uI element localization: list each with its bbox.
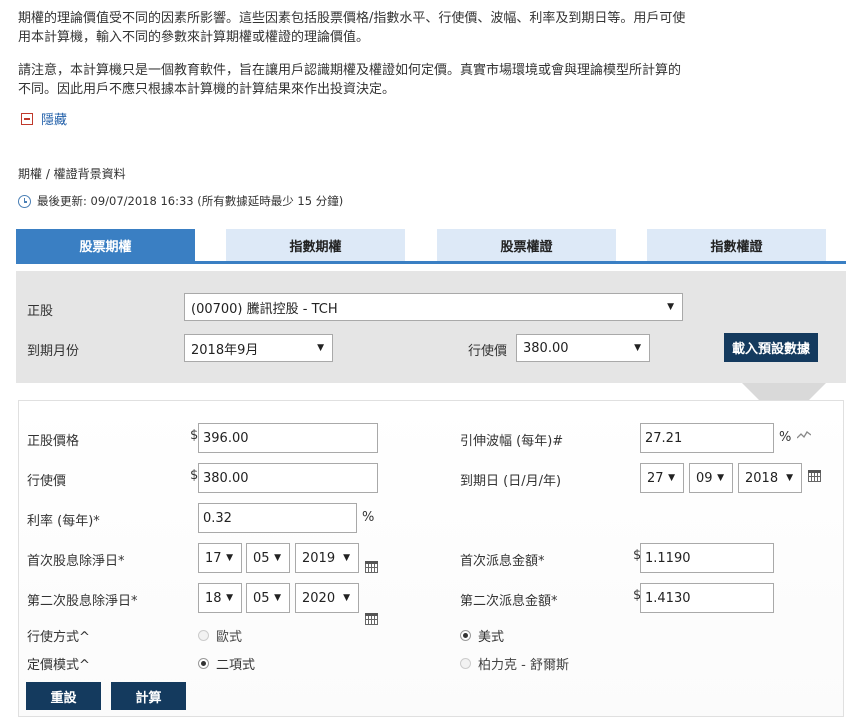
hide-toggle[interactable]: 隱藏 bbox=[21, 109, 67, 128]
implied-vol-input[interactable]: 27.21 bbox=[640, 423, 774, 453]
caret-down-icon: ▼ bbox=[668, 473, 675, 483]
radio-button[interactable] bbox=[198, 658, 209, 669]
expiry-month-value: 2018年9月 bbox=[191, 342, 259, 358]
second-exdiv-month-select[interactable]: 05 ▼ bbox=[246, 583, 290, 613]
radio-european-label: 歐式 bbox=[216, 630, 243, 645]
stock-price-label: 正股價格 bbox=[27, 434, 80, 449]
load-defaults-button[interactable]: 載入預設數據 bbox=[724, 333, 818, 362]
caret-down-icon: ▼ bbox=[717, 473, 724, 483]
last-update-text: 最後更新: 09/07/2018 16:33 (所有數據延時最少 15 分鐘) bbox=[37, 194, 344, 208]
radio-binomial[interactable]: 二項式 bbox=[198, 654, 255, 673]
last-update: 最後更新: 09/07/2018 16:33 (所有數據延時最少 15 分鐘) bbox=[18, 193, 343, 209]
radio-button[interactable] bbox=[460, 658, 471, 669]
intro-line: 期權的理論價值受不同的因素所影響。這些因素包括股票價格/指數水平、行使價、波幅、… bbox=[18, 11, 686, 26]
disclaimer-line: 不同。因此用戶不應只根據本計算機的計算結果來作出投資決定。 bbox=[18, 82, 396, 97]
intro-line: 用本計算機，輸入不同的參數來計算期權或權證的理論價值。 bbox=[18, 30, 370, 45]
volatility-chart-icon[interactable] bbox=[797, 430, 811, 440]
caret-down-icon: ▼ bbox=[274, 593, 281, 603]
radio-american-label: 美式 bbox=[478, 630, 505, 645]
radio-american[interactable]: 美式 bbox=[460, 626, 504, 645]
calculate-button[interactable]: 計算 bbox=[111, 682, 186, 710]
tab-index-warrants[interactable]: 指數權證 bbox=[647, 229, 826, 261]
strike-select-label: 行使價 bbox=[468, 344, 508, 359]
caret-down-icon: ▼ bbox=[317, 343, 324, 353]
collapse-icon bbox=[21, 112, 33, 125]
first-exdiv-month-value: 05 bbox=[253, 550, 270, 566]
implied-vol-label: 引伸波幅 (每年)# bbox=[460, 434, 564, 449]
expiry-date-label: 到期日 (日/月/年) bbox=[460, 474, 562, 489]
radio-black-scholes[interactable]: 柏力克 - 舒爾斯 bbox=[460, 654, 569, 673]
strike-select[interactable]: 380.00 ▼ bbox=[516, 334, 650, 362]
second-exdiv-year-value: 2020 bbox=[302, 590, 336, 606]
second-div-label: 第二次派息金額* bbox=[460, 594, 558, 609]
expiry-day-value: 27 bbox=[647, 470, 664, 486]
pricing-model-label: 定價模式^ bbox=[27, 658, 90, 673]
second-exdiv-label: 第二次股息除淨日* bbox=[27, 594, 138, 609]
radio-button[interactable] bbox=[460, 630, 471, 641]
first-exdiv-day-select[interactable]: 17 ▼ bbox=[198, 543, 242, 573]
strike-input[interactable]: 380.00 bbox=[198, 463, 378, 493]
tab-stock-warrants[interactable]: 股票權證 bbox=[437, 229, 616, 261]
radio-binomial-label: 二項式 bbox=[216, 658, 256, 673]
caret-down-icon: ▼ bbox=[786, 473, 793, 483]
strike-label: 行使價 bbox=[27, 474, 67, 489]
rate-label: 利率 (每年)* bbox=[27, 514, 100, 529]
expiry-year-select[interactable]: 2018 ▼ bbox=[738, 463, 802, 493]
percent-unit: % bbox=[362, 510, 375, 525]
intro-paragraph-1: 期權的理論價值受不同的因素所影響。這些因素包括股票價格/指數水平、行使價、波幅、… bbox=[18, 9, 738, 47]
tab-stock-options[interactable]: 股票期權 bbox=[16, 229, 195, 261]
selector-panel bbox=[16, 271, 846, 383]
underlying-select[interactable]: (00700) 騰訊控股 - TCH ▼ bbox=[184, 293, 683, 321]
reset-button[interactable]: 重設 bbox=[26, 682, 101, 710]
first-exdiv-month-select[interactable]: 05 ▼ bbox=[246, 543, 290, 573]
second-exdiv-day-value: 18 bbox=[205, 590, 222, 606]
expiry-year-value: 2018 bbox=[745, 470, 779, 486]
caret-down-icon: ▼ bbox=[634, 343, 641, 353]
disclaimer-line: 請注意，本計算機只是一個教育軟件，旨在讓用戶認識期權及權證如何定價。真實市場環境… bbox=[18, 63, 682, 78]
exercise-style-label: 行使方式^ bbox=[27, 630, 90, 645]
underlying-label: 正股 bbox=[27, 304, 54, 319]
second-exdiv-year-select[interactable]: 2020 ▼ bbox=[295, 583, 359, 613]
expiry-day-select[interactable]: 27 ▼ bbox=[640, 463, 684, 493]
second-div-input[interactable]: 1.4130 bbox=[640, 583, 774, 613]
strike-select-value: 380.00 bbox=[523, 340, 569, 356]
expiry-month-day-select[interactable]: 09 ▼ bbox=[689, 463, 733, 493]
first-exdiv-label: 首次股息除淨日* bbox=[27, 554, 125, 569]
clock-icon bbox=[18, 194, 31, 208]
first-exdiv-day-value: 17 bbox=[205, 550, 222, 566]
radio-european[interactable]: 歐式 bbox=[198, 626, 242, 645]
calendar-icon[interactable] bbox=[365, 613, 378, 625]
underlying-value: (00700) 騰訊控股 - TCH bbox=[191, 301, 338, 317]
expiry-mon-value: 09 bbox=[696, 470, 713, 486]
caret-down-icon: ▼ bbox=[343, 593, 350, 603]
caret-down-icon: ▼ bbox=[667, 302, 674, 312]
hide-label: 隱藏 bbox=[41, 113, 68, 128]
second-exdiv-month-value: 05 bbox=[253, 590, 270, 606]
first-div-input[interactable]: 1.1190 bbox=[640, 543, 774, 573]
first-exdiv-year-select[interactable]: 2019 ▼ bbox=[295, 543, 359, 573]
caret-down-icon: ▼ bbox=[343, 553, 350, 563]
second-exdiv-day-select[interactable]: 18 ▼ bbox=[198, 583, 242, 613]
disclaimer-paragraph: 請注意，本計算機只是一個教育軟件，旨在讓用戶認識期權及權證如何定價。真實市場環境… bbox=[18, 61, 738, 99]
calendar-icon[interactable] bbox=[808, 470, 821, 482]
first-div-label: 首次派息金額* bbox=[460, 554, 545, 569]
radio-black-scholes-label: 柏力克 - 舒爾斯 bbox=[478, 658, 569, 673]
section-title: 期權 / 權證背景資料 bbox=[18, 167, 126, 181]
caret-down-icon: ▼ bbox=[226, 593, 233, 603]
tab-underline bbox=[16, 261, 846, 264]
radio-button[interactable] bbox=[198, 630, 209, 641]
expiry-month-select[interactable]: 2018年9月 ▼ bbox=[184, 334, 333, 362]
calendar-icon[interactable] bbox=[365, 561, 378, 573]
first-exdiv-year-value: 2019 bbox=[302, 550, 336, 566]
rate-input[interactable]: 0.32 bbox=[198, 503, 357, 533]
expiry-month-label: 到期月份 bbox=[27, 344, 80, 359]
stock-price-input[interactable]: 396.00 bbox=[198, 423, 378, 453]
tab-index-options[interactable]: 指數期權 bbox=[226, 229, 405, 261]
caret-down-icon: ▼ bbox=[226, 553, 233, 563]
percent-unit: % bbox=[779, 430, 792, 445]
caret-down-icon: ▼ bbox=[274, 553, 281, 563]
